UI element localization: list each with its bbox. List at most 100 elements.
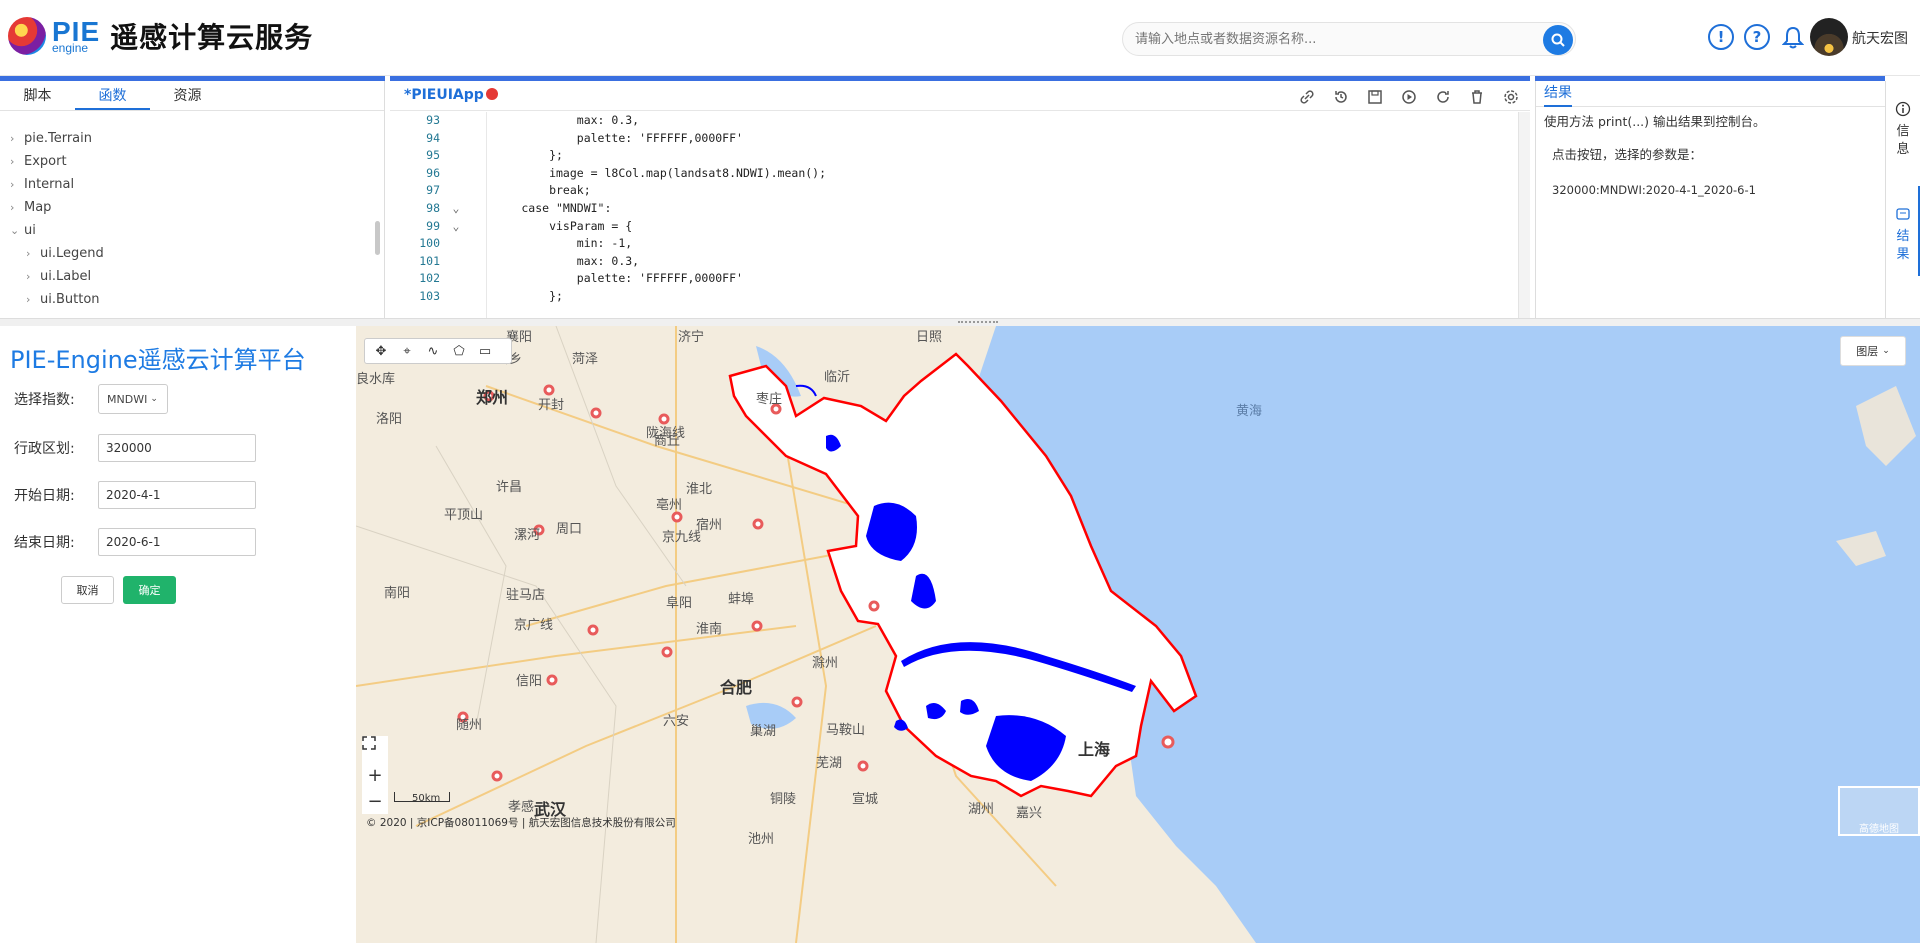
basemap-switcher[interactable]: 高德地图 — [1838, 786, 1920, 836]
refresh-icon[interactable] — [1434, 88, 1452, 106]
search-button[interactable] — [1543, 25, 1573, 55]
city-label: 巢湖 — [750, 724, 777, 739]
end-date-row: 结束日期: — [14, 528, 256, 556]
rail-info[interactable]: 信息 — [1892, 101, 1914, 159]
code-line[interactable]: 98 ⌄ case "MNDWI": — [390, 200, 1515, 218]
rectangle-icon[interactable]: ▭ — [477, 343, 493, 359]
city-label: 亳州 — [656, 498, 683, 513]
tree-item[interactable]: › Internal — [10, 173, 384, 196]
chevron-down-icon: ⌄ — [150, 394, 158, 404]
tree-item[interactable]: ⌄ ui — [10, 219, 384, 242]
confirm-button[interactable]: 确定 — [123, 576, 176, 604]
city-label: 枣庄 — [756, 392, 783, 407]
code-line[interactable]: 102 palette: 'FFFFFF,0000FF' — [390, 270, 1515, 288]
run-icon[interactable] — [1400, 88, 1418, 106]
city-label: 孝感 — [508, 800, 535, 815]
fold-toggle-icon[interactable] — [446, 253, 466, 271]
line-number: 94 — [426, 130, 440, 145]
index-select[interactable]: MNDWI ⌄ — [98, 384, 168, 414]
rail-result[interactable]: 结果 — [1892, 206, 1914, 264]
code-text: image = l8Col.map(landsat8.NDWI).mean(); — [466, 165, 827, 180]
tree-item[interactable]: › ui.Button — [10, 288, 384, 311]
city-label: 济宁 — [678, 330, 705, 345]
tab-results[interactable]: 结果 — [1544, 81, 1572, 107]
city-label: 日照 — [916, 330, 943, 345]
tab-resources[interactable]: 资源 — [150, 81, 225, 110]
map-view[interactable]: 郑州济宁日照菏泽新乡临沂枣庄开封洛阳商丘许昌淮北亳州平顶山漯河周口宿州南阳驻马店… — [356, 326, 1920, 943]
code-line[interactable]: 93 max: 0.3, — [390, 112, 1515, 130]
tree-item[interactable]: › ui.Label — [10, 265, 384, 288]
trash-icon[interactable] — [1468, 88, 1486, 106]
city-label: 开封 — [538, 398, 565, 413]
fold-toggle-icon[interactable] — [446, 112, 466, 130]
zoom-in-button[interactable]: + — [362, 762, 388, 788]
region-label: 行政区划: — [14, 441, 75, 457]
fold-toggle-icon[interactable] — [446, 270, 466, 288]
code-line[interactable]: 97 break; — [390, 182, 1515, 200]
tab-functions[interactable]: 函数 — [75, 81, 150, 110]
save-icon[interactable] — [1366, 88, 1384, 106]
code-line[interactable]: 101 max: 0.3, — [390, 253, 1515, 271]
fold-toggle-icon[interactable] — [446, 182, 466, 200]
fold-toggle-icon[interactable] — [446, 288, 466, 306]
code-line[interactable]: 96 image = l8Col.map(landsat8.NDWI).mean… — [390, 165, 1515, 183]
fold-toggle-icon[interactable] — [446, 165, 466, 183]
panel-splitter[interactable] — [0, 318, 1920, 326]
city-label: 漯河 — [514, 528, 541, 543]
alert-icon[interactable]: ! — [1708, 24, 1734, 50]
console-output-line: 320000:MNDWI:2020-4-1_2020-6-1 — [1552, 183, 1756, 197]
search-input[interactable] — [1123, 23, 1523, 55]
start-date-input[interactable] — [98, 481, 256, 509]
tree-item[interactable]: › Map — [10, 196, 384, 219]
fold-toggle-icon[interactable] — [446, 147, 466, 165]
logo[interactable]: PIE engine 遥感计算云服务 — [8, 16, 313, 56]
tab-scripts[interactable]: 脚本 — [0, 81, 75, 110]
code-area[interactable]: 93 max: 0.3, 94 palette: 'FFFFFF,0000FF' 9… — [390, 112, 1515, 318]
code-line[interactable]: 100 min: -1, — [390, 235, 1515, 253]
bell-icon[interactable] — [1780, 24, 1806, 50]
pan-icon[interactable]: ✥ — [373, 343, 389, 359]
form-title: PIE-Engine遥感云计算平台 — [10, 346, 306, 374]
avatar[interactable] — [1810, 18, 1848, 56]
editor-tab[interactable]: *PIEUIApp — [404, 87, 498, 103]
editor-scrollbar[interactable] — [1518, 112, 1530, 318]
end-date-input[interactable] — [98, 528, 256, 556]
username[interactable]: 航天宏图 — [1852, 28, 1908, 48]
tree-item[interactable]: › ui.Legend — [10, 242, 384, 265]
city-label: 京广线 — [514, 618, 554, 633]
fold-toggle-icon[interactable] — [446, 235, 466, 253]
code-text: case "MNDWI": — [466, 200, 612, 215]
fullscreen-button[interactable] — [362, 736, 388, 762]
marker-icon[interactable]: ⌖ — [399, 343, 415, 359]
scrollbar[interactable] — [375, 221, 380, 255]
polygon-icon[interactable]: ⬠ — [451, 343, 467, 359]
tree-item[interactable]: › Export — [10, 150, 384, 173]
city-label: 湖州 — [968, 802, 995, 817]
layers-button[interactable]: 图层 ⌄ — [1840, 336, 1906, 366]
app-title: 遥感计算云服务 — [110, 21, 314, 54]
fold-toggle-icon[interactable]: ⌄ — [446, 218, 466, 236]
code-line[interactable]: 95 }; — [390, 147, 1515, 165]
code-line[interactable]: 99 ⌄ visParam = { — [390, 218, 1515, 236]
link-icon[interactable] — [1298, 88, 1316, 106]
fold-toggle-icon[interactable] — [446, 130, 466, 148]
line-number: 95 — [426, 148, 440, 163]
tree-item[interactable]: › pie.Terrain — [10, 127, 384, 150]
cancel-button[interactable]: 取消 — [61, 576, 114, 604]
region-input[interactable] — [98, 434, 256, 462]
city-label: 良水库 — [356, 372, 396, 387]
help-icon[interactable]: ? — [1744, 24, 1770, 50]
city-label: 许昌 — [496, 480, 523, 495]
zoom-out-button[interactable]: − — [362, 788, 388, 814]
logo-mark-icon — [8, 17, 46, 55]
code-line[interactable]: 94 palette: 'FFFFFF,0000FF' — [390, 130, 1515, 148]
top-header: PIE engine 遥感计算云服务 ! ? 航天宏图 — [0, 0, 1920, 76]
city-label: 蚌埠 — [728, 592, 755, 607]
fold-toggle-icon[interactable]: ⌄ — [446, 200, 466, 218]
polyline-icon[interactable]: ∿ — [425, 343, 441, 359]
code-line[interactable]: 103 }; — [390, 288, 1515, 306]
city-label: 嘉兴 — [1016, 806, 1043, 821]
settings-gear-icon[interactable] — [1502, 88, 1520, 106]
history-icon[interactable] — [1332, 88, 1350, 106]
city-label: 南阳 — [384, 586, 411, 601]
